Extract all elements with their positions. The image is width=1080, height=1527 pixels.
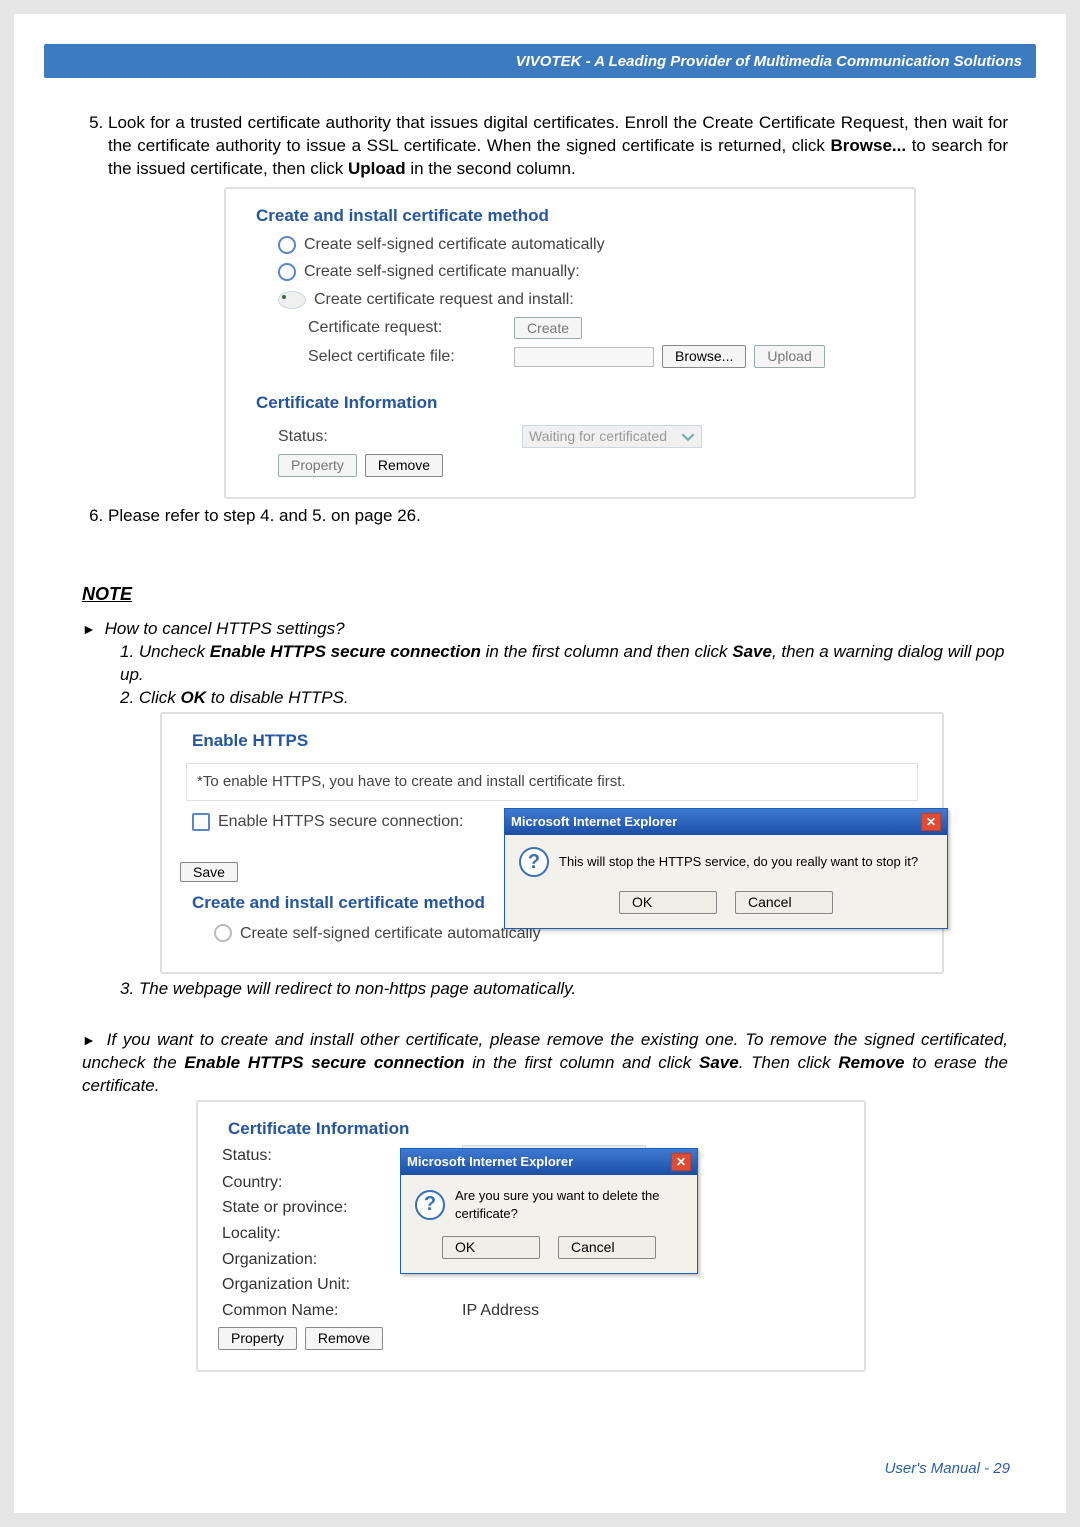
note-q1-step2: 2. Click OK to disable HTTPS. bbox=[120, 687, 1008, 710]
browse-button[interactable]: Browse... bbox=[662, 345, 746, 368]
status-label: Status: bbox=[278, 426, 514, 448]
opt-auto-label: Create self-signed certificate automatic… bbox=[304, 234, 605, 256]
step-5-text-c: in the second column. bbox=[406, 159, 576, 178]
step-5: Look for a trusted certificate authority… bbox=[108, 112, 1008, 499]
step-6: Please refer to step 4. and 5. on page 2… bbox=[108, 505, 1008, 528]
ie-dialog-stop-https: Microsoft Internet Explorer ✕ ? This wil… bbox=[504, 808, 948, 929]
ok-button[interactable]: OK bbox=[619, 891, 717, 914]
doc-header: VIVOTEK - A Leading Provider of Multimed… bbox=[44, 44, 1036, 78]
cert-file-label: Select certificate file: bbox=[308, 346, 506, 368]
radio-disabled-icon bbox=[214, 924, 232, 942]
opt-auto-row[interactable]: Create self-signed certificate automatic… bbox=[278, 234, 890, 256]
ie-dialog-delete-cert: Microsoft Internet Explorer ✕ ? Are you … bbox=[400, 1148, 698, 1274]
status-row: Status: Waiting for certificated bbox=[278, 425, 890, 448]
note-heading: NOTE bbox=[82, 582, 1008, 606]
question-icon: ? bbox=[415, 1190, 445, 1220]
radio-icon[interactable] bbox=[278, 263, 296, 281]
panel-certinfo-legend: Certificate Information bbox=[250, 392, 443, 415]
checkbox-icon[interactable] bbox=[192, 813, 210, 831]
property-button-2[interactable]: Property bbox=[218, 1327, 297, 1350]
doc-header-title: VIVOTEK - A Leading Provider of Multimed… bbox=[516, 53, 1022, 70]
step-5-browse: Browse... bbox=[830, 136, 906, 155]
note-q1-step3: 3. The webpage will redirect to non-http… bbox=[82, 978, 1008, 1001]
property-remove-row: Property Remove bbox=[278, 454, 890, 477]
ie-dialog-title: Microsoft Internet Explorer bbox=[407, 1153, 573, 1171]
cert-request-label: Certificate request: bbox=[308, 317, 506, 339]
close-icon[interactable]: ✕ bbox=[921, 813, 941, 831]
step-6-text: Please refer to step 4. and 5. on page 2… bbox=[108, 506, 421, 525]
remove-button[interactable]: Remove bbox=[365, 454, 443, 477]
ie-dialog-titlebar[interactable]: Microsoft Internet Explorer ✕ bbox=[401, 1149, 697, 1175]
cert-file-input[interactable] bbox=[514, 347, 654, 367]
v-common: IP Address bbox=[462, 1300, 539, 1322]
create-button[interactable]: Create bbox=[514, 317, 582, 340]
note-q1-step1: 1. Uncheck Enable HTTPS secure connectio… bbox=[120, 641, 1008, 687]
opt-request-row[interactable]: Create certificate request and install: bbox=[278, 289, 890, 311]
k-common: Common Name: bbox=[222, 1300, 462, 1322]
triangle-right-icon: ► bbox=[82, 621, 96, 637]
question-icon: ? bbox=[519, 847, 549, 877]
note-q2: ► If you want to create and install othe… bbox=[82, 1029, 1008, 1098]
doc-body: Look for a trusted certificate authority… bbox=[44, 78, 1036, 1372]
ok-button[interactable]: OK bbox=[442, 1236, 540, 1259]
opt-manual-label: Create self-signed certificate manually: bbox=[304, 261, 580, 283]
save-button[interactable]: Save bbox=[180, 862, 238, 882]
panel-install-method: Create and install certificate method Cr… bbox=[224, 187, 916, 499]
note-q1: ► How to cancel HTTPS settings? 1. Unche… bbox=[82, 618, 1008, 710]
panel-enable-legend: Enable HTTPS bbox=[186, 730, 314, 753]
cert-file-row: Select certificate file: Browse... Uploa… bbox=[308, 345, 890, 368]
status-value: Waiting for certificated bbox=[529, 427, 667, 446]
panel-install-legend: Create and install certificate method bbox=[250, 205, 555, 228]
panel-cert-info: Certificate Information Status: Active C… bbox=[196, 1100, 866, 1372]
radio-icon[interactable] bbox=[278, 236, 296, 254]
page-footer: User's Manual - 29 bbox=[885, 1460, 1010, 1477]
triangle-right-icon: ► bbox=[82, 1032, 96, 1048]
panel-enable-https: Enable HTTPS *To enable HTTPS, you have … bbox=[160, 712, 944, 974]
opt-manual-row[interactable]: Create self-signed certificate manually: bbox=[278, 261, 890, 283]
status-select[interactable]: Waiting for certificated bbox=[522, 425, 702, 448]
page-sheet: VIVOTEK - A Leading Provider of Multimed… bbox=[0, 0, 1080, 1527]
panel-install-legend-2: Create and install certificate method bbox=[186, 892, 491, 915]
opt-request-label: Create certificate request and install: bbox=[314, 289, 574, 311]
chevron-down-icon bbox=[681, 430, 695, 444]
radio-selected-icon[interactable] bbox=[278, 291, 306, 309]
ie-dialog-title: Microsoft Internet Explorer bbox=[511, 813, 677, 831]
upload-button[interactable]: Upload bbox=[754, 345, 824, 368]
enable-https-label: Enable HTTPS secure connection: bbox=[218, 811, 463, 833]
https-hint: *To enable HTTPS, you have to create and… bbox=[186, 763, 918, 801]
close-icon[interactable]: ✕ bbox=[671, 1153, 691, 1171]
ie-dialog-message: This will stop the HTTPS service, do you… bbox=[559, 853, 918, 871]
opt-auto-label-2: Create self-signed certificate automatic… bbox=[240, 923, 541, 945]
numbered-steps: Look for a trusted certificate authority… bbox=[82, 112, 1008, 528]
step-5-upload: Upload bbox=[348, 159, 406, 178]
cancel-button[interactable]: Cancel bbox=[735, 891, 833, 914]
k-orgunit: Organization Unit: bbox=[222, 1274, 462, 1296]
panel-certinfo-legend2: Certificate Information bbox=[222, 1118, 415, 1141]
remove-button-2[interactable]: Remove bbox=[305, 1327, 383, 1350]
property-button[interactable]: Property bbox=[278, 454, 357, 477]
note-q1-text: How to cancel HTTPS settings? bbox=[105, 619, 345, 638]
ie-dialog-message: Are you sure you want to delete the cert… bbox=[455, 1187, 683, 1222]
ie-dialog-titlebar[interactable]: Microsoft Internet Explorer ✕ bbox=[505, 809, 947, 835]
cancel-button[interactable]: Cancel bbox=[558, 1236, 656, 1259]
cert-request-row: Certificate request: Create bbox=[308, 317, 890, 340]
